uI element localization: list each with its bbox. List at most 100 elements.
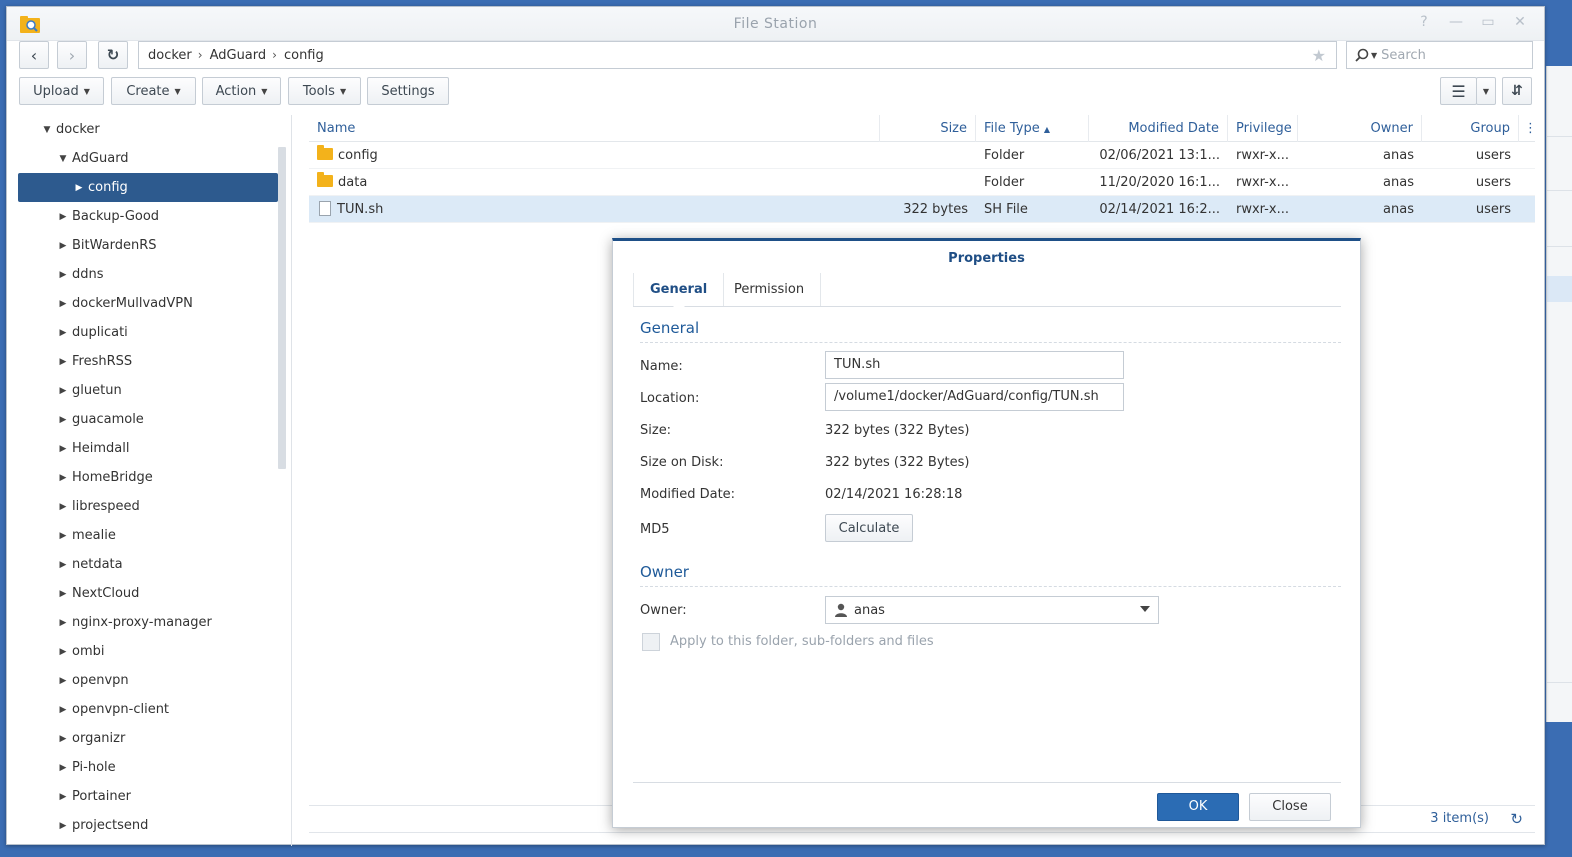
collapsed-arrow-icon[interactable]: ▶ xyxy=(56,328,70,338)
tree-item-heimdall[interactable]: ▶ Heimdall xyxy=(18,434,278,463)
search-input[interactable]: ▼ Search xyxy=(1346,41,1533,69)
breadcrumb-docker[interactable]: docker xyxy=(148,48,192,63)
column-name[interactable]: Name xyxy=(309,115,880,142)
collapsed-arrow-icon[interactable]: ▶ xyxy=(56,531,70,541)
view-options-dropdown[interactable]: ▼ xyxy=(1476,77,1496,105)
tree-item-duplicati[interactable]: ▶ duplicati xyxy=(18,318,278,347)
pane-divider[interactable] xyxy=(291,115,292,846)
tree-item-nginx-proxy-manager[interactable]: ▶ nginx-proxy-manager xyxy=(18,608,278,637)
chevron-left-icon: ‹ xyxy=(30,45,38,65)
name-field[interactable]: TUN.sh xyxy=(825,351,1124,379)
collapsed-arrow-icon[interactable]: ▶ xyxy=(56,502,70,512)
tree-item-adguard[interactable]: ▼ AdGuard xyxy=(18,144,278,173)
tree-item-portainer[interactable]: ▶ Portainer xyxy=(18,782,278,811)
calculate-button[interactable]: Calculate xyxy=(825,514,913,542)
tree-item-openvpn[interactable]: ▶ openvpn xyxy=(18,666,278,695)
back-button[interactable]: ‹ xyxy=(19,41,49,69)
column-group[interactable]: Group xyxy=(1422,115,1519,142)
collapsed-arrow-icon[interactable]: ▶ xyxy=(56,415,70,425)
column-privilege[interactable]: Privilege xyxy=(1228,115,1298,142)
collapsed-arrow-icon[interactable]: ▶ xyxy=(56,734,70,744)
expanded-arrow-icon[interactable]: ▼ xyxy=(56,154,70,164)
tree-item-pi-hole[interactable]: ▶ Pi-hole xyxy=(18,753,278,782)
sort-button[interactable]: ⇵ xyxy=(1502,77,1532,105)
tree-item-backup-good[interactable]: ▶ Backup-Good xyxy=(18,202,278,231)
collapsed-arrow-icon[interactable]: ▶ xyxy=(56,705,70,715)
collapsed-arrow-icon[interactable]: ▶ xyxy=(72,183,86,193)
collapsed-arrow-icon[interactable]: ▶ xyxy=(56,647,70,657)
collapsed-arrow-icon[interactable]: ▶ xyxy=(56,589,70,599)
collapsed-arrow-icon[interactable]: ▶ xyxy=(56,821,70,831)
tree-item-config[interactable]: ▶ config xyxy=(18,173,278,202)
column-owner[interactable]: Owner xyxy=(1298,115,1422,142)
tree-item-ddns[interactable]: ▶ ddns xyxy=(18,260,278,289)
owner-select[interactable]: anas xyxy=(825,596,1159,624)
close-button[interactable]: Close xyxy=(1249,793,1331,821)
tab-permission[interactable]: Permission xyxy=(718,273,822,306)
tree-item-gluetun[interactable]: ▶ gluetun xyxy=(18,376,278,405)
ok-button[interactable]: OK xyxy=(1157,793,1239,821)
tab-general[interactable]: General xyxy=(633,273,725,307)
collapsed-arrow-icon[interactable]: ▶ xyxy=(56,792,70,802)
help-icon[interactable]: ? xyxy=(1415,14,1433,30)
tree-item-guacamole[interactable]: ▶ guacamole xyxy=(18,405,278,434)
table-row[interactable]: TUN.sh 322 bytes SH File 02/14/2021 16:2...… xyxy=(309,196,1535,223)
maximize-icon[interactable]: ▭ xyxy=(1479,14,1497,30)
column-size[interactable]: Size xyxy=(880,115,976,142)
tree-item-docker[interactable]: ▼ docker xyxy=(18,115,278,144)
tree-item-bitwardenrs[interactable]: ▶ BitWardenRS xyxy=(18,231,278,260)
collapsed-arrow-icon[interactable]: ▶ xyxy=(56,241,70,251)
tree-item-homebridge[interactable]: ▶ HomeBridge xyxy=(18,463,278,492)
tree-item-freshrss[interactable]: ▶ FreshRSS xyxy=(18,347,278,376)
collapsed-arrow-icon[interactable]: ▶ xyxy=(56,386,70,396)
refresh-icon[interactable]: ↻ xyxy=(1510,810,1523,828)
collapsed-arrow-icon[interactable]: ▶ xyxy=(56,212,70,222)
collapsed-arrow-icon[interactable]: ▶ xyxy=(56,676,70,686)
upload-button[interactable]: Upload ▼ xyxy=(19,77,104,105)
column-menu-icon[interactable]: ⋮ xyxy=(1519,115,1537,142)
tree-item-dockermullvadvpn[interactable]: ▶ dockerMullvadVPN xyxy=(18,289,278,318)
collapsed-arrow-icon[interactable]: ▶ xyxy=(56,763,70,773)
column-modified[interactable]: Modified Date xyxy=(1089,115,1228,142)
tree-item-netdata[interactable]: ▶ netdata xyxy=(18,550,278,579)
tree-item-openvpn-client[interactable]: ▶ openvpn-client xyxy=(18,695,278,724)
user-icon xyxy=(835,603,847,617)
action-button[interactable]: Action ▼ xyxy=(202,77,281,105)
forward-button[interactable]: › xyxy=(57,41,87,69)
tree-item-librespeed[interactable]: ▶ librespeed xyxy=(18,492,278,521)
settings-button[interactable]: Settings xyxy=(367,77,449,105)
refresh-button[interactable]: ↻ xyxy=(98,41,128,69)
modified-date-value: 02/14/2021 16:28:18 xyxy=(825,487,963,502)
collapsed-arrow-icon[interactable]: ▶ xyxy=(56,444,70,454)
tree-scrollbar[interactable] xyxy=(278,147,286,469)
chevron-right-icon: › xyxy=(197,48,203,62)
collapsed-arrow-icon[interactable]: ▶ xyxy=(56,270,70,280)
table-row[interactable]: config Folder 02/06/2021 13:1... rwxr-x... a… xyxy=(309,142,1535,169)
tools-button[interactable]: Tools ▼ xyxy=(288,77,361,105)
collapsed-arrow-icon[interactable]: ▶ xyxy=(56,357,70,367)
breadcrumb-adguard[interactable]: AdGuard xyxy=(210,48,267,63)
minimize-icon[interactable]: — xyxy=(1447,14,1465,30)
tree-item-ombi[interactable]: ▶ ombi xyxy=(18,637,278,666)
tree-item-projectsend[interactable]: ▶ projectsend xyxy=(18,811,278,840)
view-list-button[interactable]: ☰ xyxy=(1440,77,1477,105)
create-button[interactable]: Create ▼ xyxy=(111,77,196,105)
location-field[interactable]: /volume1/docker/AdGuard/config/TUN.sh xyxy=(825,383,1124,411)
table-row[interactable]: data Folder 11/20/2020 16:1... rwxr-x... ana… xyxy=(309,169,1535,196)
address-bar[interactable]: docker › AdGuard › config ★ xyxy=(138,41,1337,69)
apply-recursive-checkbox[interactable] xyxy=(642,633,660,651)
collapsed-arrow-icon[interactable]: ▶ xyxy=(56,473,70,483)
tree-item-organizr[interactable]: ▶ organizr xyxy=(18,724,278,753)
expanded-arrow-icon[interactable]: ▼ xyxy=(40,125,54,135)
collapsed-arrow-icon[interactable]: ▶ xyxy=(56,299,70,309)
tree-item-label: config xyxy=(88,180,128,195)
collapsed-arrow-icon[interactable]: ▶ xyxy=(56,560,70,570)
tree-item-label: Heimdall xyxy=(72,441,130,456)
collapsed-arrow-icon[interactable]: ▶ xyxy=(56,618,70,628)
column-file-type[interactable]: File Type ▲ xyxy=(976,115,1089,142)
star-icon[interactable]: ★ xyxy=(1312,46,1326,65)
breadcrumb-config[interactable]: config xyxy=(284,48,324,63)
tree-item-mealie[interactable]: ▶ mealie xyxy=(18,521,278,550)
close-window-icon[interactable]: ✕ xyxy=(1511,14,1529,30)
tree-item-nextcloud[interactable]: ▶ NextCloud xyxy=(18,579,278,608)
